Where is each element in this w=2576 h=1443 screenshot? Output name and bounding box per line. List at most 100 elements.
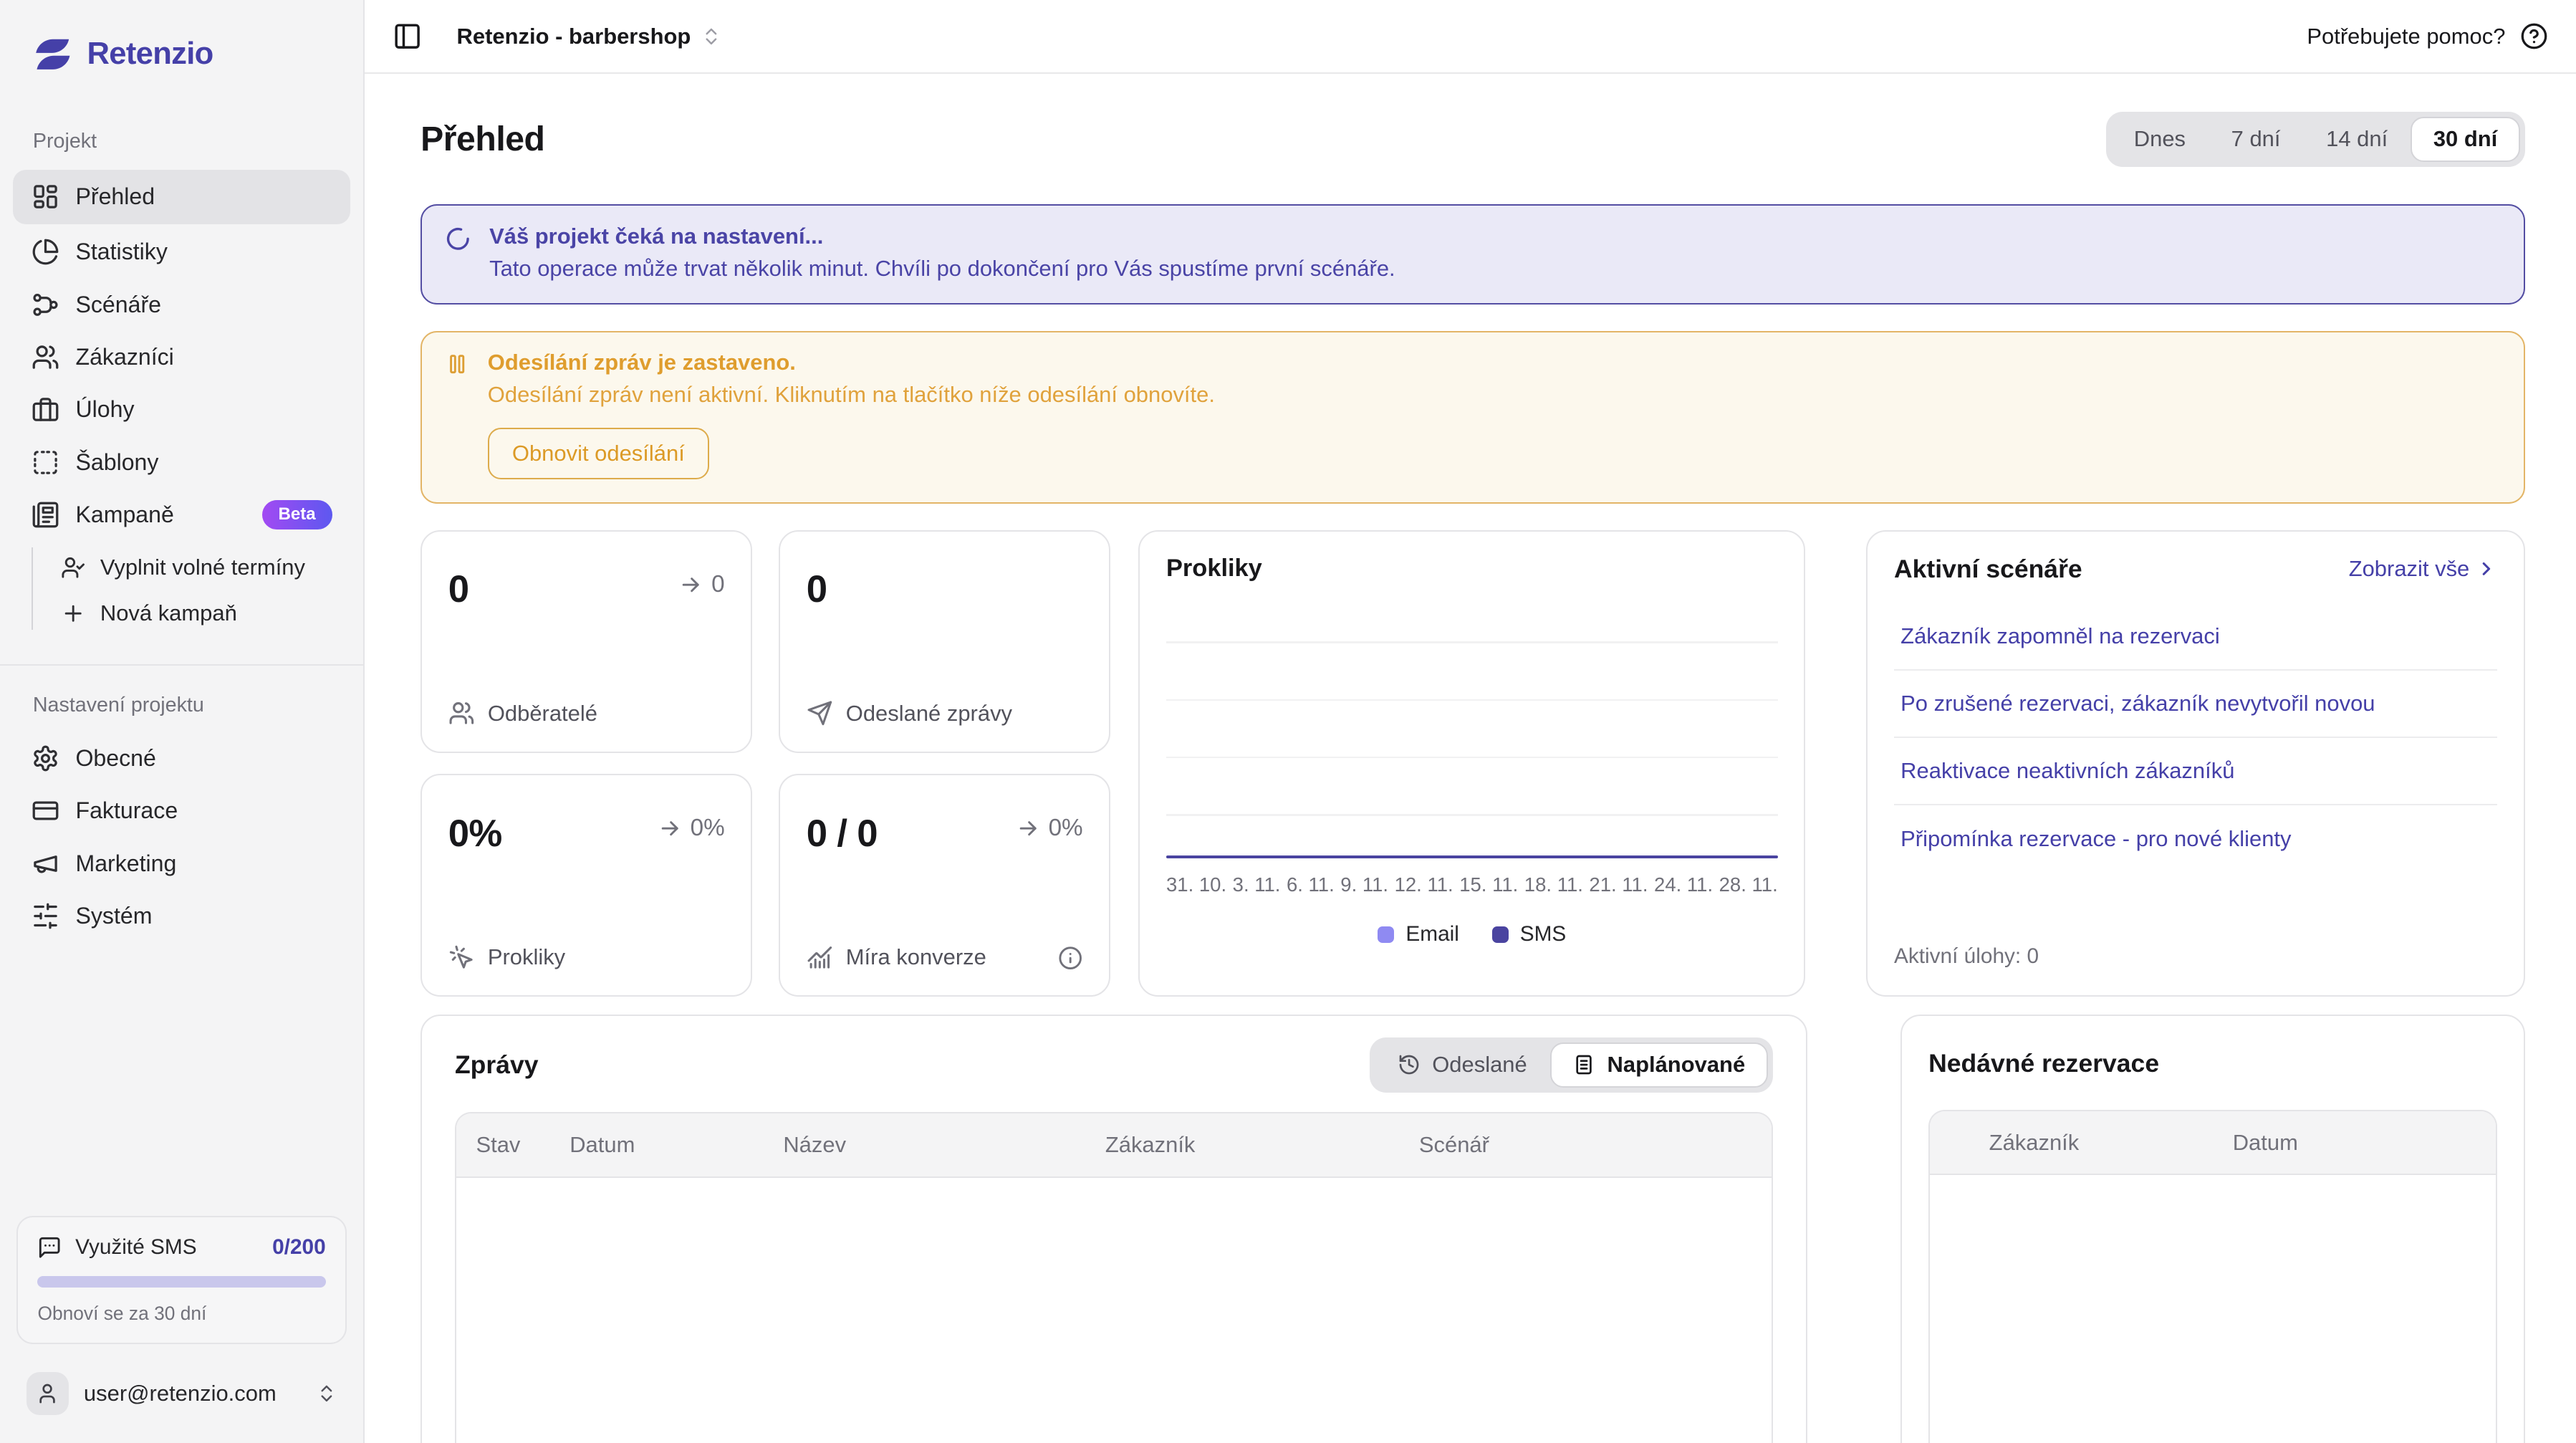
setup-banner-text: Tato operace může trvat několik minut. C… <box>489 253 1395 285</box>
chart-trend-icon <box>807 944 833 971</box>
sidebar-subitem-new-campaign[interactable]: Nová kampaň <box>51 590 350 636</box>
scenario-link[interactable]: Zákazník zapomněl na rezervaci <box>1894 603 2497 671</box>
gear-icon <box>32 744 59 772</box>
sidebar-item-overview[interactable]: Přehled <box>13 170 350 224</box>
project-selector[interactable]: Retenzio - barbershop <box>457 24 722 49</box>
sidebar-item-label: Systém <box>75 903 152 929</box>
stat-card-conversion: 0 / 0 0% Míra konverze <box>779 774 1110 997</box>
stat-card-subscribers: 0 0 Odběratelé <box>420 530 752 753</box>
tab-planned[interactable]: Naplánované <box>1550 1042 1768 1088</box>
pie-chart-icon <box>32 238 59 266</box>
sidebar-item-label: Fakturace <box>75 797 178 824</box>
main-area: Retenzio - barbershop Potřebujete pomoc?… <box>365 0 2576 1443</box>
users-icon <box>32 343 59 371</box>
active-tasks-count: Aktivní úlohy: 0 <box>1894 944 2497 972</box>
sidebar-item-label: Přehled <box>75 183 155 210</box>
campaigns-subnav: Vyplnit volné termíny Nová kampaň <box>32 545 350 636</box>
sidebar-subitem-label: Nová kampaň <box>100 600 237 626</box>
stats-grid: 0 0 Odběratelé 0 <box>420 530 1110 997</box>
box-select-icon <box>32 449 59 476</box>
range-14d-button[interactable]: 14 dní <box>2303 117 2411 162</box>
messages-card: Zprávy Odeslané Naplánované <box>420 1015 1807 1442</box>
resume-sending-button[interactable]: Obnovit odesílání <box>488 428 709 479</box>
date-range-control: Dnes 7 dní 14 dní 30 dní <box>2106 112 2525 167</box>
beta-badge: Beta <box>262 500 332 530</box>
history-clock-icon <box>1398 1053 1421 1076</box>
tab-sent[interactable]: Odeslané <box>1375 1042 1549 1088</box>
retenzio-logo-icon <box>32 33 75 76</box>
sidebar-item-templates[interactable]: Šablony <box>13 438 350 487</box>
sidebar-item-campaigns[interactable]: Kampaně Beta <box>13 490 350 540</box>
sidebar-toggle-icon[interactable] <box>393 21 422 51</box>
sms-usage-label: Využité SMS <box>75 1235 196 1260</box>
scenario-link[interactable]: Připomínka rezervace - pro nové klienty <box>1894 805 2497 873</box>
reservations-table: Zákazník Datum <box>1928 1110 2497 1443</box>
spinner-icon <box>445 226 471 252</box>
scenario-link[interactable]: Reaktivace neaktivních zákazníků <box>1894 738 2497 805</box>
chevrons-up-down-icon <box>316 1383 337 1404</box>
sending-paused-banner: Odesílání zpráv je zastaveno. Odesílání … <box>420 331 2525 504</box>
page-content: Přehled Dnes 7 dní 14 dní 30 dní Váš pro… <box>365 74 2576 1442</box>
range-today-button[interactable]: Dnes <box>2111 117 2209 162</box>
sidebar-divider <box>0 664 363 666</box>
chart-title: Prokliky <box>1166 555 1778 583</box>
reservations-table-header: Zákazník Datum <box>1930 1111 2496 1175</box>
help-label: Potřebujete pomoc? <box>2307 24 2505 49</box>
dashboard-icon <box>32 183 59 211</box>
paused-banner-text: Odesílání zpráv není aktivní. Kliknutím … <box>488 379 1215 411</box>
avatar <box>27 1372 69 1415</box>
reservations-title: Nedávné rezervace <box>1928 1049 2159 1078</box>
sidebar-nav: Přehled Statistiky Scénáře Zákazníci Úlo… <box>0 168 363 636</box>
credit-card-icon <box>32 797 59 825</box>
stat-label: Odeslané zprávy <box>807 700 1012 727</box>
help-link[interactable]: Potřebujete pomoc? <box>2307 22 2548 50</box>
info-icon[interactable] <box>1058 946 1082 970</box>
mouse-click-icon <box>448 944 475 971</box>
range-7d-button[interactable]: 7 dní <box>2209 117 2303 162</box>
sidebar-section-settings: Nastavení projektu <box>0 694 363 717</box>
arrow-right-icon <box>678 572 703 597</box>
range-30d-button[interactable]: 30 dní <box>2411 117 2520 162</box>
user-icon <box>36 1382 59 1405</box>
user-email: user@retenzio.com <box>84 1381 301 1406</box>
user-menu[interactable]: user@retenzio.com <box>16 1364 347 1424</box>
sidebar: Retenzio Projekt Přehled Statistiky Scén… <box>0 0 365 1443</box>
workflow-icon <box>32 291 59 319</box>
sidebar-item-customers[interactable]: Zákazníci <box>13 332 350 382</box>
scenario-link[interactable]: Po zrušené rezervaci, zákazník nevytvoři… <box>1894 671 2497 738</box>
stat-delta: 0 <box>678 571 724 598</box>
sliders-icon <box>32 902 59 930</box>
sidebar-item-marketing[interactable]: Marketing <box>13 839 350 888</box>
scenarios-title: Aktivní scénáře <box>1894 555 2082 584</box>
arrow-right-icon <box>1016 816 1040 840</box>
pause-icon <box>445 352 469 376</box>
chevrons-up-down-icon <box>701 26 722 47</box>
chart-x-axis: 31. 10. 3. 11. 6. 11. 9. 11. 12. 11. 15.… <box>1166 873 1778 896</box>
help-circle-icon <box>2520 22 2548 50</box>
send-icon <box>807 700 833 727</box>
sidebar-item-statistics[interactable]: Statistiky <box>13 227 350 277</box>
view-all-link[interactable]: Zobrazit vše <box>2349 556 2498 582</box>
sms-usage-value: 0/200 <box>272 1235 326 1260</box>
messages-table: Stav Datum Název Zákazník Scénář <box>455 1112 1773 1442</box>
chart-legend: Email SMS <box>1166 922 1778 946</box>
sidebar-item-label: Zákazníci <box>75 344 173 370</box>
stat-label: Prokliky <box>448 944 565 971</box>
legend-email: Email <box>1378 922 1458 946</box>
sidebar-subitem-fill-slots[interactable]: Vyplnit volné termíny <box>51 545 350 590</box>
sidebar-item-scenarios[interactable]: Scénáře <box>13 280 350 330</box>
messages-tabs: Odeslané Naplánované <box>1370 1037 1772 1093</box>
chart-zero-line <box>1166 855 1778 859</box>
sidebar-settings-nav: Obecné Fakturace Marketing Systém <box>0 732 363 942</box>
sidebar-item-billing[interactable]: Fakturace <box>13 786 350 835</box>
sms-progress-bar <box>37 1276 325 1288</box>
stat-card-sent-messages: 0 Odeslané zprávy <box>779 530 1110 753</box>
sidebar-item-tasks[interactable]: Úlohy <box>13 385 350 434</box>
stat-value: 0 <box>807 567 1083 611</box>
sidebar-item-general[interactable]: Obecné <box>13 734 350 783</box>
sidebar-item-system[interactable]: Systém <box>13 891 350 941</box>
sms-renewal-note: Obnoví se za 30 dní <box>37 1303 325 1325</box>
sms-swatch <box>1492 926 1509 943</box>
sidebar-item-label: Marketing <box>75 850 176 877</box>
sidebar-spacer <box>0 942 363 1215</box>
